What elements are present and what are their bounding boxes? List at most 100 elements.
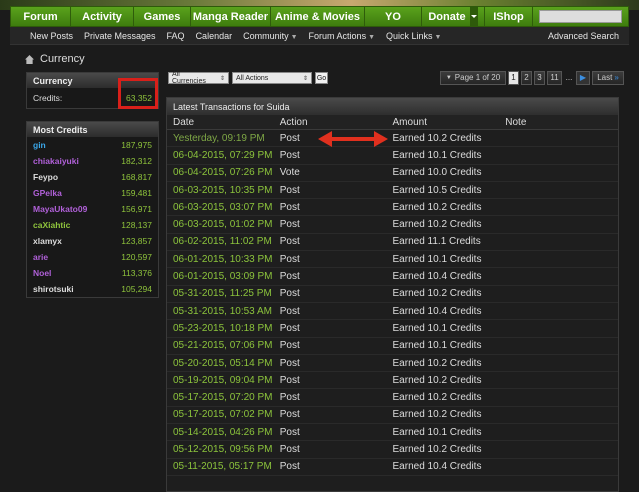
table-row: 05-14-2015, 04:26 PM Post Earned 10.1 Cred… (167, 424, 618, 442)
user-link[interactable]: GPelka (33, 188, 62, 198)
date-cell: 05-20-2015, 05:14 PM (173, 357, 273, 369)
credit-value: 123,857 (121, 236, 152, 246)
table-row: 05-19-2015, 09:04 PM Post Earned 10.2 Cred… (167, 372, 618, 390)
page-2[interactable]: 2 (521, 70, 532, 85)
date-cell: 06-01-2015, 10:33 PM (173, 253, 273, 265)
action-cell: Post (279, 149, 300, 161)
date-cell: 05-19-2015, 09:04 PM (173, 374, 273, 386)
subnav-item-faq[interactable]: FAQ (167, 31, 185, 41)
user-link[interactable]: arie (33, 252, 48, 262)
chevron-down-icon: ▼ (368, 33, 376, 41)
subnav-item-label: Quick Links (386, 30, 433, 41)
table-row: 06-02-2015, 11:02 PM Post Earned 11.1 Cred… (167, 234, 618, 252)
date-cell: 06-03-2015, 01:02 PM (173, 219, 273, 231)
table-row: 06-03-2015, 10:35 PM Post Earned 10.5 Cred… (167, 182, 618, 200)
date-cell: 05-17-2015, 07:02 PM (173, 409, 273, 421)
user-link[interactable]: Noel (33, 268, 51, 278)
date-cell: 05-31-2015, 10:53 AM (173, 305, 272, 317)
table-row: 05-20-2015, 05:14 PM Post Earned 10.2 Cred… (167, 355, 618, 373)
transactions-title: Latest Transactions for Suida (167, 98, 618, 115)
list-item: Feypo 168,817 (27, 169, 158, 185)
advanced-search-link[interactable]: Advanced Search (548, 31, 619, 41)
action-cell: Vote (279, 167, 300, 179)
nav-forum[interactable]: Forum (11, 7, 71, 26)
page-indicator[interactable]: ▼ Page 1 of 20 (440, 70, 506, 85)
search-input[interactable] (539, 10, 622, 23)
table-row: 06-03-2015, 01:02 PM Post Earned 10.2 Cred… (167, 216, 618, 234)
list-item: MayaUkato09 156,971 (27, 201, 158, 217)
action-cell: Post (279, 201, 300, 213)
user-link[interactable]: shirotsuki (33, 284, 74, 294)
header-action[interactable]: Action (280, 117, 393, 128)
subnav-item-forum-actions[interactable]: Forum Actions ▼ (309, 31, 375, 41)
action-cell: Post (279, 219, 300, 231)
credit-value: 159,481 (121, 188, 152, 198)
date-cell: 05-31-2015, 11:25 PM (173, 288, 272, 300)
subnav-item-private-messages[interactable]: Private Messages (84, 31, 156, 41)
user-link[interactable]: MayaUkato09 (33, 204, 87, 214)
list-item: GPelka 159,481 (27, 185, 158, 201)
breadcrumb: Currency (25, 53, 85, 65)
double-arrow-icon (318, 131, 388, 147)
subnav-item-community[interactable]: Community ▼ (243, 31, 297, 41)
subnav-item-label: Private Messages (84, 30, 156, 41)
page-3[interactable]: 3 (534, 70, 545, 85)
amount-cell: Earned 10.2 Credits (392, 443, 482, 455)
nav-yo[interactable]: YO (365, 7, 422, 26)
chevron-down-icon[interactable] (469, 7, 478, 26)
most-credits-box: Most Credits gin 187,975 chiakaiyuki 182,31… (26, 121, 159, 298)
page-11[interactable]: 11 (547, 70, 562, 85)
subnav-item-new-posts[interactable]: New Posts (30, 31, 73, 41)
amount-cell: Earned 11.1 Credits (392, 236, 481, 248)
credit-value: 168,817 (121, 172, 152, 182)
go-button[interactable]: Go (315, 72, 328, 84)
action-cell: Post (279, 392, 300, 404)
credits-label: Credits: (33, 93, 63, 103)
subnav-item-quick-links[interactable]: Quick Links ▼ (386, 31, 441, 41)
list-item: Noel 113,376 (27, 265, 158, 281)
currency-select[interactable]: All Currencies ⇕ (168, 71, 229, 85)
action-cell: Post (279, 184, 300, 196)
user-link[interactable]: Feypo (33, 172, 58, 182)
last-page-button[interactable]: Last » (592, 70, 624, 85)
nav-manga-reader[interactable]: Manga Reader (191, 7, 271, 26)
subnav-item-label: FAQ (166, 30, 185, 41)
action-cell: Post (279, 461, 300, 473)
nav-donate[interactable]: Donate (422, 7, 485, 26)
user-link[interactable]: chiakaiyuki (33, 156, 79, 166)
home-icon[interactable] (25, 54, 34, 64)
header-note[interactable]: Note (505, 117, 618, 128)
currency-select-value: All Currencies (172, 71, 206, 85)
table-row: 06-04-2015, 07:29 PM Post Earned 10.1 Cred… (167, 147, 618, 165)
nav-donate-label: Donate (428, 10, 466, 23)
header-amount[interactable]: Amount (393, 117, 506, 128)
next-page-icon[interactable]: ▶ (576, 70, 590, 85)
nav-ishop[interactable]: IShop (485, 7, 533, 26)
chevron-down-icon: ▼ (445, 74, 452, 81)
user-link[interactable]: caXiahtic (33, 220, 70, 230)
date-cell: 06-03-2015, 03:07 PM (173, 201, 273, 213)
most-credits-title: Most Credits (27, 122, 158, 137)
list-item: gin 187,975 (27, 137, 158, 153)
nav-anime-movies[interactable]: Anime & Movies (271, 7, 365, 26)
amount-cell: Earned 10.2 Credits (392, 201, 482, 213)
nav-games[interactable]: Games (134, 7, 191, 26)
nav-activity[interactable]: Activity (71, 7, 134, 26)
page-1[interactable]: 1 (508, 70, 519, 85)
user-link[interactable]: xlamyx (33, 236, 62, 246)
chevron-down-icon: ▼ (290, 33, 298, 41)
table-row: 05-31-2015, 11:25 PM Post Earned 10.2 Cred… (167, 286, 618, 303)
header-date[interactable]: Date (167, 117, 280, 128)
action-cell: Post (279, 409, 300, 421)
filter-controls: All Currencies ⇕ All Actions ⇕ Go (168, 71, 328, 85)
action-select[interactable]: All Actions ⇕ (232, 72, 312, 84)
sub-nav: New Posts Private Messages FAQ Calendar Comm… (10, 27, 629, 45)
subnav-item-label: New Posts (30, 30, 74, 41)
date-cell: 05-21-2015, 07:06 PM (173, 340, 273, 352)
subnav-item-calendar[interactable]: Calendar (196, 31, 233, 41)
select-arrows-icon: ⇕ (219, 75, 225, 82)
amount-cell: Earned 10.4 Credits (392, 271, 482, 283)
user-link[interactable]: gin (33, 140, 46, 150)
table-row: 05-11-2015, 05:17 PM Post Earned 10.4 Cred… (167, 459, 618, 476)
date-cell: 06-04-2015, 07:26 PM (173, 167, 273, 179)
